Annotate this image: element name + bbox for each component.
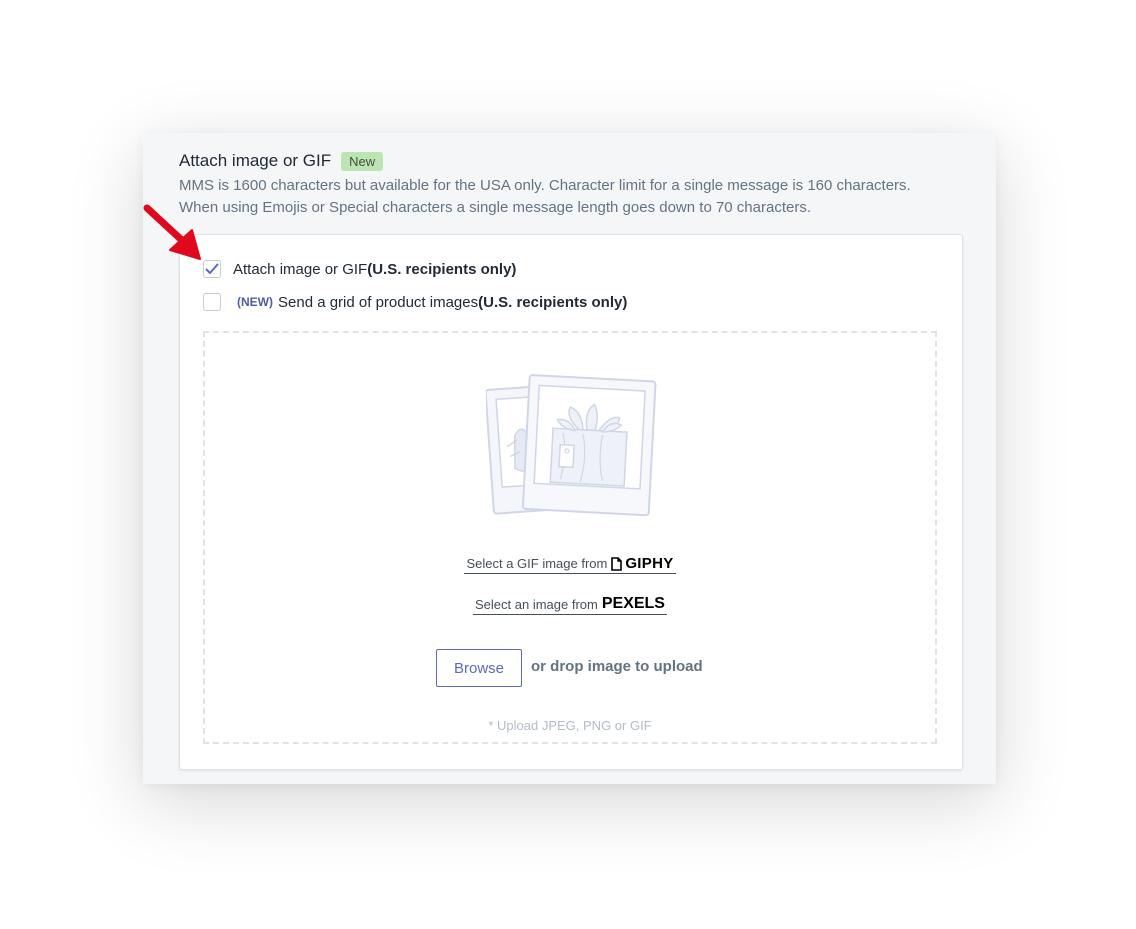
photo-stack-illustration-icon <box>486 374 657 517</box>
new-badge: New <box>341 151 384 171</box>
attach-image-label: Attach image or GIF <box>233 260 368 278</box>
screenshot-stage: Attach image or GIF New MMS is 1600 char… <box>0 0 1136 929</box>
description-line-2: When using Emojis or Special characters … <box>179 199 811 216</box>
red-arrow-icon <box>143 204 201 260</box>
section-description: MMS is 1600 characters but available for… <box>179 175 969 219</box>
upload-row: Browse or drop image to upload <box>436 649 703 687</box>
new-tag: (NEW) <box>237 295 273 309</box>
upload-format-hint: * Upload JPEG, PNG or GIF <box>488 718 652 733</box>
attach-options-card: Attach image or GIF (U.S. recipients onl… <box>179 234 963 770</box>
product-grid-label-emphasis: (U.S. recipients only) <box>478 293 628 311</box>
drop-instruction: or drop image to upload <box>531 657 703 675</box>
giphy-logo: GIPHY <box>611 555 673 572</box>
section-title: Attach image or GIF <box>179 151 332 170</box>
pexels-link-label: Select an image from <box>475 596 598 612</box>
pexels-brand-text: PEXELS <box>601 595 665 612</box>
image-dropzone[interactable]: Select a GIF image from GIPHY Select an … <box>203 331 937 744</box>
product-grid-label: Send a grid of product images <box>278 293 479 311</box>
giphy-file-icon <box>611 556 623 571</box>
giphy-brand-text: GIPHY <box>625 555 674 572</box>
giphy-link-label: Select a GIF image from <box>466 556 608 571</box>
browse-button[interactable]: Browse <box>436 649 522 687</box>
product-grid-option[interactable]: (NEW) Send a grid of product images (U.S… <box>203 293 627 311</box>
panel-header: Attach image or GIF New MMS is 1600 char… <box>179 150 979 219</box>
pexels-link[interactable]: Select an image from PEXELS <box>473 595 667 615</box>
product-grid-checkbox[interactable] <box>203 293 221 311</box>
attach-image-label-emphasis: (U.S. recipients only) <box>367 260 517 278</box>
checkmark-icon <box>205 263 219 274</box>
attach-image-option[interactable]: Attach image or GIF (U.S. recipients onl… <box>203 260 516 278</box>
giphy-link[interactable]: Select a GIF image from GIPHY <box>464 555 676 574</box>
title-row: Attach image or GIF New <box>179 150 979 172</box>
description-line-1: MMS is 1600 characters but available for… <box>179 177 911 194</box>
attach-media-panel: Attach image or GIF New MMS is 1600 char… <box>143 133 996 784</box>
pexels-link-row: Select an image from PEXELS <box>205 595 935 615</box>
giphy-link-row: Select a GIF image from GIPHY <box>205 555 935 574</box>
